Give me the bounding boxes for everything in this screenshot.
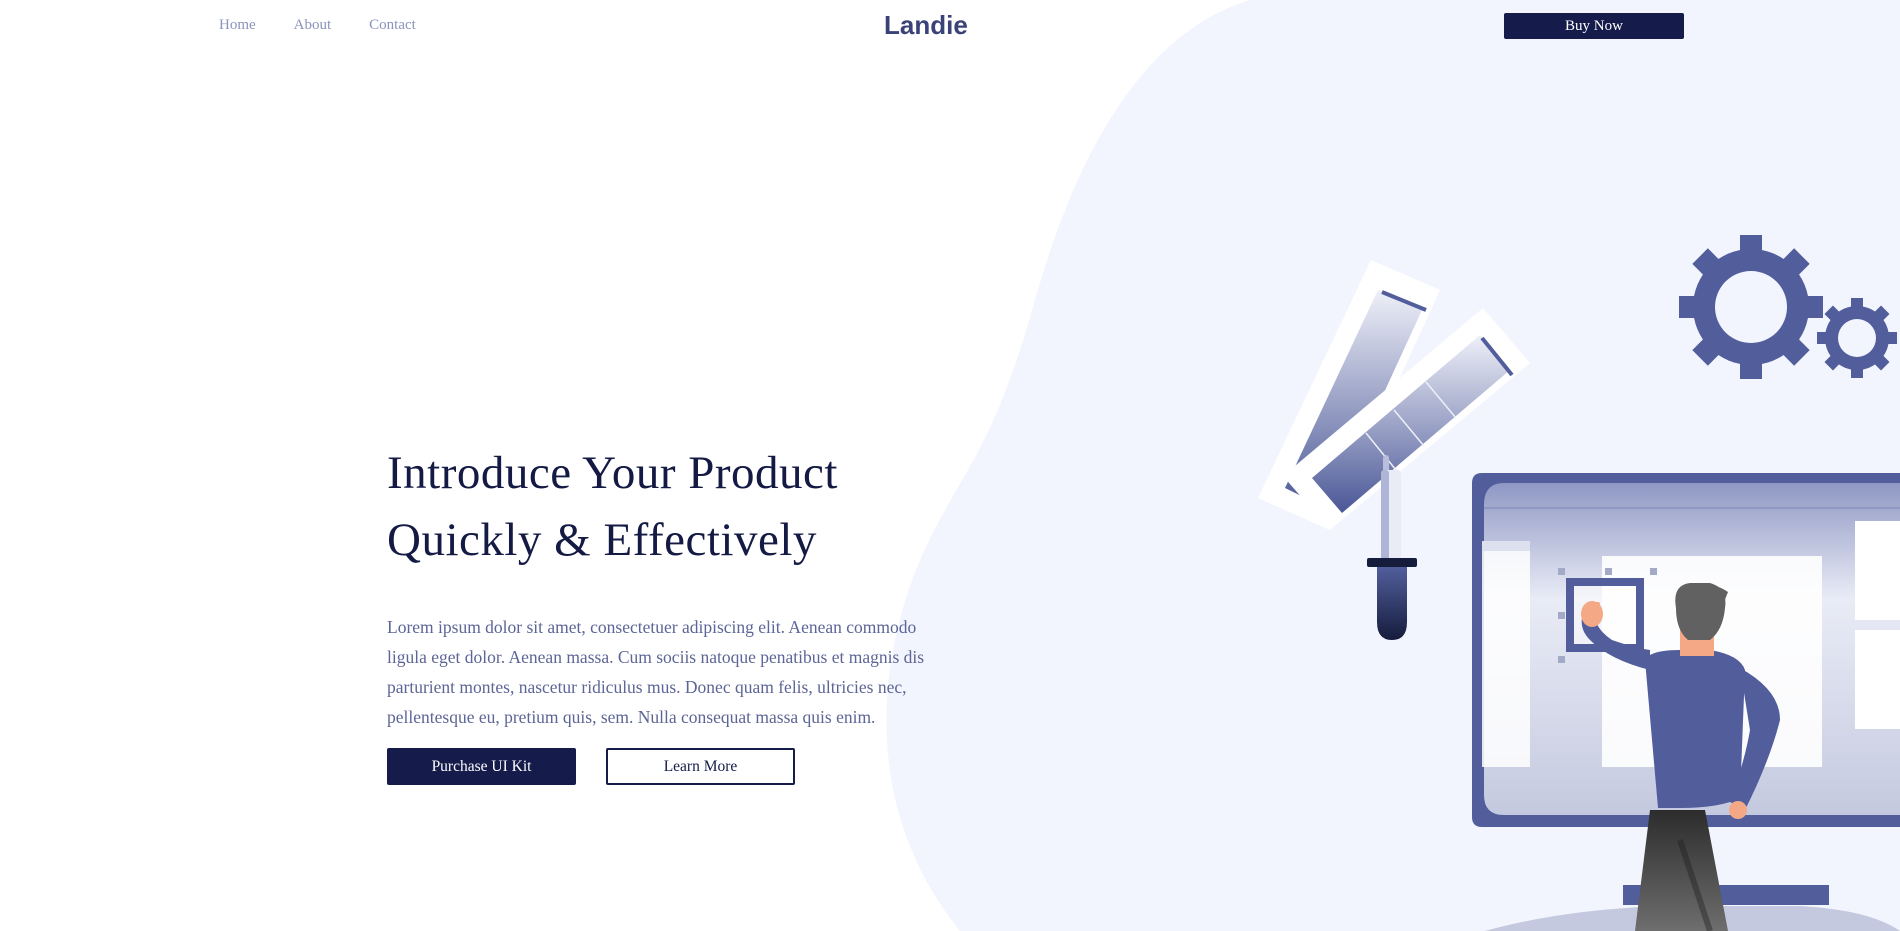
hero-actions: Purchase UI Kit Learn More [387,748,947,785]
hero-title-line2: Quickly & Effectively [387,514,817,566]
hero-title: Introduce Your Product Quickly & Effecti… [387,440,947,574]
nav-links: Home About Contact [219,17,416,34]
purchase-ui-kit-button[interactable]: Purchase UI Kit [387,748,576,785]
nav-link-home[interactable]: Home [219,17,256,34]
landing-page: Home About Contact Landie Buy Now Introd… [0,0,1900,931]
top-navbar: Home About Contact Landie Buy Now [0,0,1900,52]
brand-logo[interactable]: Landie [884,10,968,41]
learn-more-button[interactable]: Learn More [606,748,795,785]
hero-illustration [1258,235,1900,931]
hero-title-line1: Introduce Your Product [387,447,838,499]
gear-small-icon [1817,298,1897,378]
hero-section: Introduce Your Product Quickly & Effecti… [387,440,947,785]
nav-link-contact[interactable]: Contact [369,17,416,34]
nav-link-about[interactable]: About [294,17,332,34]
gear-icon [1679,235,1823,379]
hero-description: Lorem ipsum dolor sit amet, consectetuer… [387,617,925,727]
buy-now-button[interactable]: Buy Now [1504,13,1684,39]
